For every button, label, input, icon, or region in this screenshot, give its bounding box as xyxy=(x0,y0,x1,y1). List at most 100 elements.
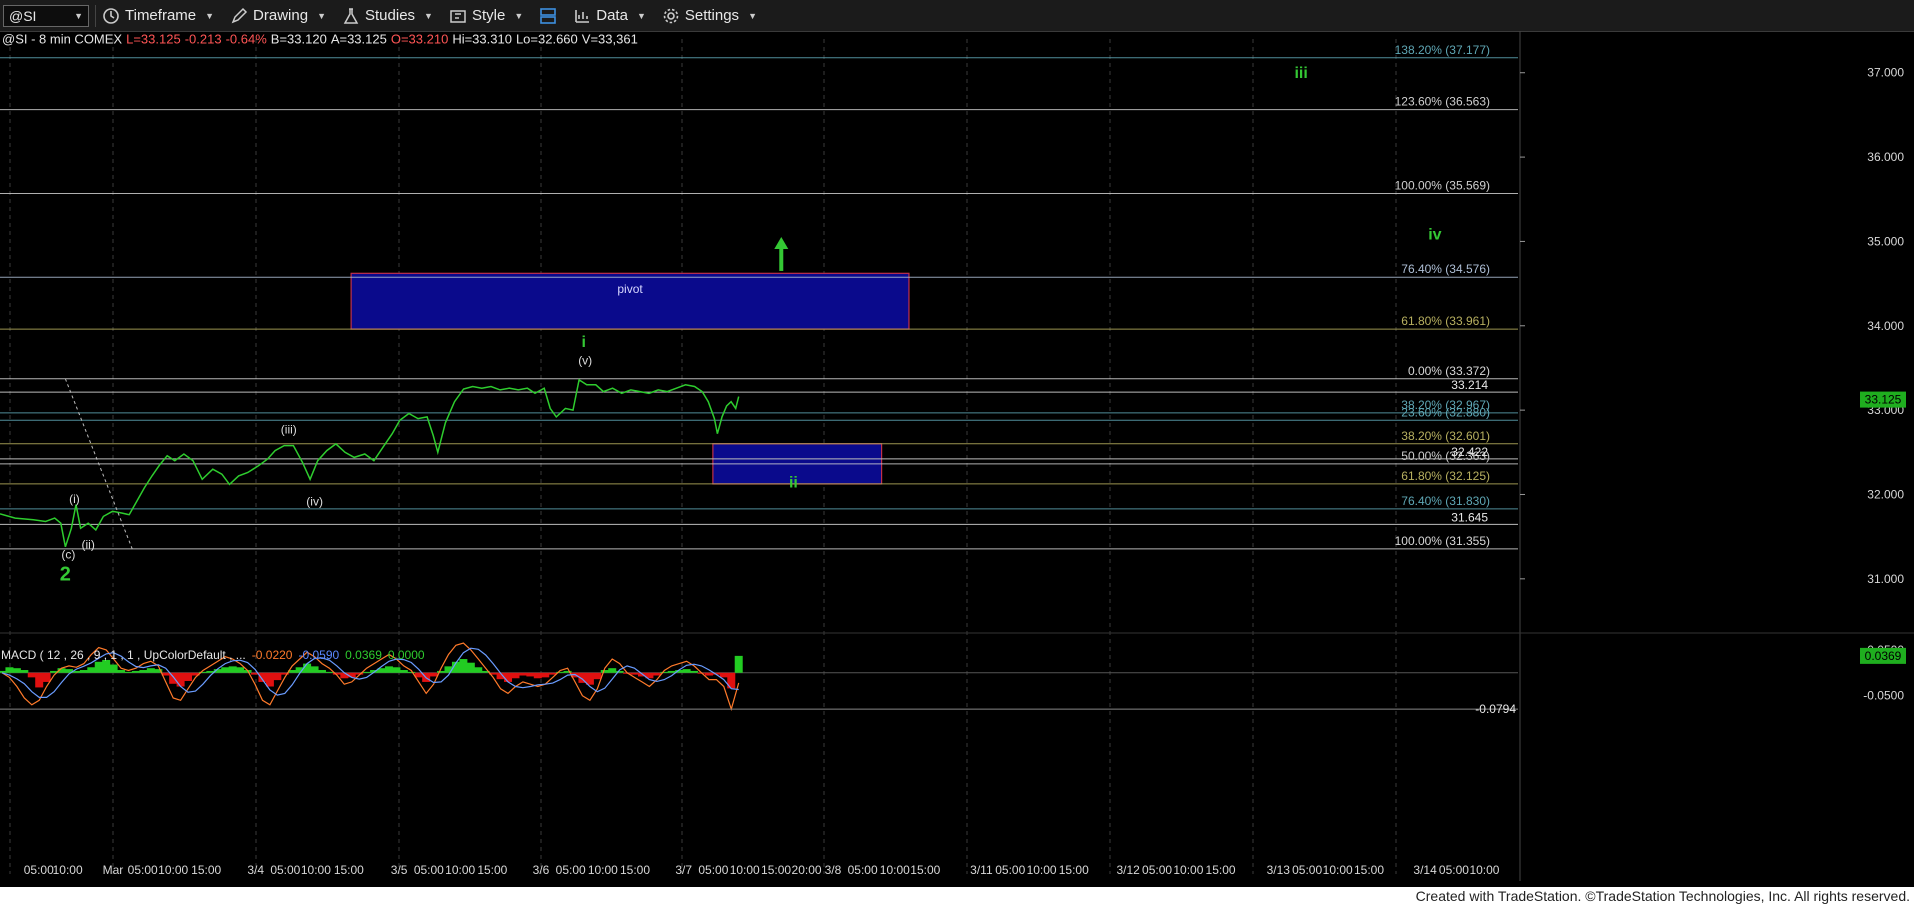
wave-label: (v) xyxy=(578,354,592,368)
macd-hist-bar xyxy=(139,670,148,673)
macd-hist-bar xyxy=(541,672,550,678)
price-line-label: 33.214 xyxy=(1451,378,1488,392)
style-menu[interactable]: Style ▼ xyxy=(449,7,523,25)
macd-hist-bar xyxy=(20,670,29,673)
wave-label: (c) xyxy=(61,548,75,562)
x-tick-label: 3/14 xyxy=(1413,863,1437,877)
macd-hist-bar xyxy=(704,672,713,676)
x-tick-label: 10:00 xyxy=(445,863,475,877)
y-tick-label: 35.000 xyxy=(1867,234,1904,248)
x-tick-label: 10:00 xyxy=(301,863,331,877)
grid xyxy=(0,31,1914,881)
chevron-down-icon: ▼ xyxy=(636,10,646,21)
x-tick-label: 10:00 xyxy=(588,863,618,877)
x-tick-label: 3/13 xyxy=(1267,863,1291,877)
x-tick-label: 3/7 xyxy=(675,863,692,877)
x-tick-label: 05:00 xyxy=(128,863,158,877)
wave-label: (i) xyxy=(69,492,80,506)
macd-hist-bar xyxy=(459,659,468,673)
studies-label: Studies xyxy=(365,7,416,24)
macd-hist-bar xyxy=(407,671,416,673)
high-info: Hi=33.310 xyxy=(452,32,512,47)
wave-label: (ii) xyxy=(81,537,94,551)
fib-label: 100.00% (35.569) xyxy=(1395,178,1490,192)
layout-button[interactable] xyxy=(539,7,557,25)
drawing-menu[interactable]: Drawing ▼ xyxy=(230,7,326,25)
macd-hist-bar xyxy=(117,670,126,673)
symbol-selector[interactable]: @SI ▼ xyxy=(3,4,89,27)
x-tick-label: 15:00 xyxy=(1206,863,1236,877)
style-label: Style xyxy=(471,7,506,24)
macd-hist-bar xyxy=(392,667,401,673)
x-tick-label: 15:00 xyxy=(761,863,791,877)
macd-hist-bar xyxy=(102,659,111,673)
price-chart[interactable]: pivot 138.20% (37.177) 123.60% (36.563) 10… xyxy=(0,31,1914,892)
x-tick-label: 3/8 xyxy=(825,863,842,877)
symbol-text: @SI xyxy=(9,7,37,24)
price-line-label: 32.422 xyxy=(1451,445,1488,459)
macd-hist-bar xyxy=(630,672,639,675)
macd-hist-bar xyxy=(184,672,193,682)
price-line-label: 31.645 xyxy=(1451,510,1488,524)
wave-label: ii xyxy=(789,475,798,492)
x-tick-label: 05:00 xyxy=(848,863,878,877)
wave-label: (iii) xyxy=(281,423,297,437)
macd-hist-bar xyxy=(504,672,513,682)
macd-hist-bar xyxy=(317,670,326,673)
macd-hist-bar xyxy=(131,670,140,673)
macd-hist-bar xyxy=(518,672,527,676)
fib-label: 76.40% (34.576) xyxy=(1401,262,1490,276)
y-tick-label: 34.000 xyxy=(1867,319,1904,333)
wave-label: 2 xyxy=(60,564,71,586)
macd-hist-bar xyxy=(94,661,103,673)
x-tick-label: 10:00 xyxy=(1323,863,1353,877)
up-arrow-icon xyxy=(774,236,789,249)
svg-text:MACD ( 12 , 26 , 9 , 1 , 1 , U: MACD ( 12 , 26 , 9 , 1 , 1 , UpColorDefa… xyxy=(1,648,425,662)
macd-hist-bar xyxy=(526,672,535,677)
x-tick-label: 10:00 xyxy=(1469,863,1499,877)
macd-hist-bar xyxy=(466,662,475,673)
x-tick-label: 05:00 xyxy=(556,863,586,877)
macd-hist-bar xyxy=(79,670,88,673)
x-tick-label: 3/11 xyxy=(970,863,993,877)
settings-label: Settings xyxy=(684,7,740,24)
x-tick-label: 10:00 xyxy=(158,863,188,877)
wave-label: (iv) xyxy=(306,494,323,508)
timeframe-menu[interactable]: Timeframe ▼ xyxy=(102,7,214,25)
macd-hist-bar xyxy=(429,672,438,677)
chart-area[interactable]: pivot 138.20% (37.177) 123.60% (36.563) 10… xyxy=(0,31,1914,892)
chevron-down-icon: ▼ xyxy=(748,10,757,21)
last-price-badge-label: 33.125 xyxy=(1865,393,1902,407)
fib-label: 138.20% (37.177) xyxy=(1395,43,1490,57)
x-tick-label: 10:00 xyxy=(1173,863,1203,877)
x-tick-label: 3/5 xyxy=(391,863,408,877)
gear-icon xyxy=(663,8,679,23)
price-axis[interactable]: 31.00032.00033.00034.00035.00036.00037.0… xyxy=(1520,66,1906,586)
macd-hist-bar xyxy=(474,667,483,673)
x-tick-label: 10:00 xyxy=(1027,863,1057,877)
low-info: Lo=32.660 xyxy=(516,32,578,47)
x-tick-label: 3/12 xyxy=(1117,863,1141,877)
layout-icon xyxy=(540,7,557,24)
macd-header: MACD ( 12 , 26 , 9 , 1 , 1 , UpColorDefa… xyxy=(1,648,425,662)
data-menu[interactable]: Data ▼ xyxy=(573,7,646,25)
x-tick-label: 05:00 xyxy=(995,863,1025,877)
macd-hist-bar xyxy=(42,672,51,682)
x-tick-label: 10:00 xyxy=(730,863,760,877)
macd-hist-bar xyxy=(511,672,520,679)
chevron-down-icon: ▼ xyxy=(424,10,433,21)
studies-menu[interactable]: Studies ▼ xyxy=(342,7,433,25)
wave-label: i xyxy=(581,334,585,351)
macd-hist-bar xyxy=(236,667,245,673)
time-axis[interactable]: 05:0010:00 Mar 05:00 10:00 15:00 3/4 05:00 10:0… xyxy=(24,863,1500,877)
x-tick-label: 15:00 xyxy=(910,863,940,877)
macd-hist-bar xyxy=(273,672,282,681)
macd-hist-bar xyxy=(399,670,408,673)
style-icon xyxy=(450,9,466,23)
settings-menu[interactable]: Settings ▼ xyxy=(662,7,757,25)
x-tick-label: 20:00 xyxy=(792,863,822,877)
wave-label: iii xyxy=(1294,65,1307,82)
macd-hist-bar xyxy=(652,672,661,676)
x-tick-label: 05:00 xyxy=(414,863,444,877)
flask-icon xyxy=(343,7,359,24)
